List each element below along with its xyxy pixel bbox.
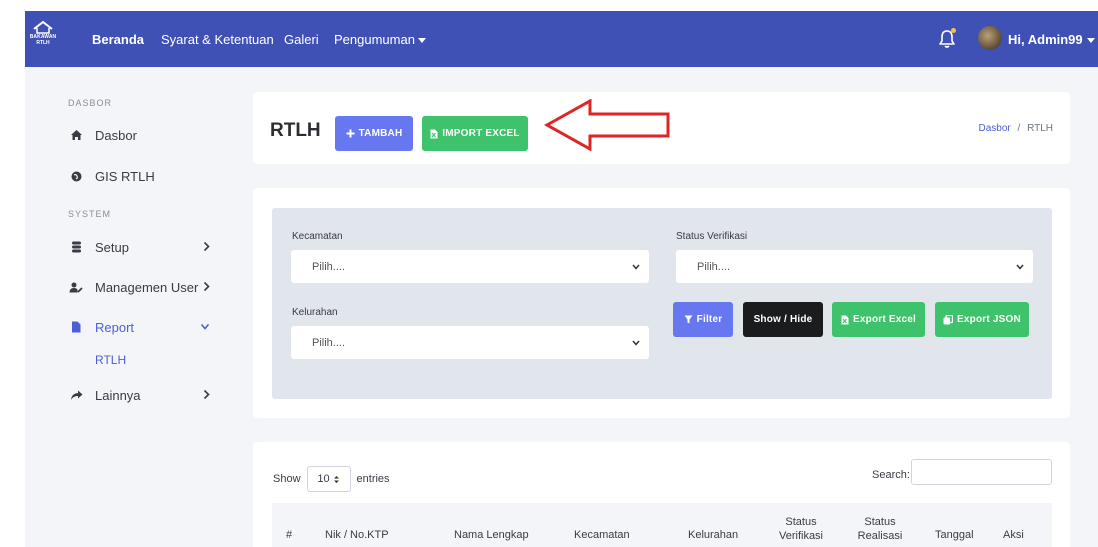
import-excel-label: IMPORT EXCEL [442, 128, 520, 139]
pengumuman-label: Pengumuman [334, 32, 415, 47]
sidebar-item-label: Setup [95, 239, 129, 255]
sidebar-item-gis-rtlh[interactable]: GIS RTLH [68, 166, 218, 186]
export-excel-label: Export Excel [853, 314, 916, 325]
sidebar-item-lainnya[interactable]: Lainnya [68, 385, 218, 405]
sidebar-item-dasbor[interactable]: Dasbor [68, 125, 218, 145]
nav-link-beranda[interactable]: Beranda [92, 32, 144, 47]
kelurahan-value: Pilih.... [312, 336, 346, 349]
column-header-nik[interactable]: Nik / No.KTP [325, 528, 389, 542]
nav-link-syarat-ketentuan[interactable]: Syarat & Ketentuan [161, 32, 274, 47]
nav-link-galeri[interactable]: Galeri [284, 32, 319, 47]
user-edit-icon [68, 282, 84, 293]
plus-icon [346, 129, 355, 138]
chevron-right-icon [203, 241, 210, 252]
filter-button[interactable]: Filter [673, 302, 733, 337]
app-logo[interactable]: BAKAWAN RTLH [27, 20, 59, 58]
entries-value: 10 [317, 473, 330, 485]
sidebar-item-setup[interactable]: Setup [68, 237, 218, 257]
search-input[interactable] [911, 459, 1052, 485]
status-verifikasi-value: Pilih.... [697, 260, 731, 273]
user-menu[interactable]: Hi, Admin99 [1008, 32, 1095, 47]
add-button-label: TAMBAH [358, 128, 403, 139]
sidebar-section-dasbor: DASBOR [68, 98, 113, 108]
chevron-down-icon [632, 264, 640, 270]
chevron-down-icon [1016, 264, 1024, 270]
file-excel-icon [430, 129, 438, 139]
kelurahan-label: Kelurahan [292, 307, 338, 318]
export-json-label: Export JSON [957, 314, 1021, 325]
column-header-kecamatan[interactable]: Kecamatan [574, 528, 630, 542]
filter-button-label: Filter [696, 314, 723, 325]
import-excel-button[interactable]: IMPORT EXCEL [422, 116, 528, 151]
home-icon [68, 129, 84, 141]
chevron-down-icon [200, 323, 210, 330]
filter-icon [684, 315, 693, 324]
column-header-nama[interactable]: Nama Lengkap [454, 528, 529, 542]
app-window: BAKAWAN RTLH Beranda Syarat & Ketentuan … [25, 11, 1098, 547]
kecamatan-select[interactable]: Pilih.... [291, 250, 649, 283]
entries-label: entries [356, 473, 390, 485]
breadcrumb-separator: / [1017, 123, 1021, 134]
share-icon [68, 390, 84, 401]
sort-icon [333, 475, 339, 483]
export-json-button[interactable]: Export JSON [935, 302, 1029, 337]
screen: BAKAWAN RTLH Beranda Syarat & Ketentuan … [0, 0, 1098, 547]
breadcrumb-dasbor[interactable]: Dasbor [978, 123, 1010, 134]
show-hide-label: Show / Hide [753, 314, 813, 325]
table-header: # Nik / No.KTP Nama Lengkap Kecamatan Ke… [272, 503, 1052, 547]
show-label: Show [273, 473, 301, 485]
chevron-down-icon [632, 340, 640, 346]
annotation-arrow-icon [544, 99, 670, 151]
sidebar-item-label: Dasbor [95, 127, 137, 143]
sidebar-item-report[interactable]: Report [68, 317, 218, 337]
show-hide-button[interactable]: Show / Hide [743, 302, 823, 337]
caret-down-icon [1086, 38, 1095, 44]
export-excel-button[interactable]: Export Excel [832, 302, 925, 337]
sidebar: DASBOR Dasbor GIS RTLH SYSTEM Setup Mana… [25, 67, 232, 547]
add-button[interactable]: TAMBAH [335, 116, 413, 151]
notification-dot [951, 28, 956, 33]
sidebar-section-system: SYSTEM [68, 209, 112, 219]
logo-text-bottom: RTLH [36, 40, 50, 46]
sidebar-item-label: Lainnya [95, 387, 141, 403]
show-entries: Show 10 entries [273, 466, 390, 492]
column-header-status-verifikasi[interactable]: Status Verifikasi [777, 515, 825, 543]
nav-link-pengumuman[interactable]: Pengumuman [334, 32, 426, 47]
column-header-tanggal[interactable]: Tanggal [935, 528, 974, 542]
column-header-kelurahan[interactable]: Kelurahan [688, 528, 738, 542]
page-title: RTLH [270, 120, 321, 141]
kelurahan-select[interactable]: Pilih.... [291, 326, 649, 359]
filter-panel: Kecamatan Pilih.... Status Verifikasi Pi… [272, 208, 1052, 399]
filter-card: Kecamatan Pilih.... Status Verifikasi Pi… [253, 188, 1070, 418]
column-header-number[interactable]: # [286, 528, 292, 542]
entries-select[interactable]: 10 [306, 466, 351, 492]
breadcrumb: Dasbor / RTLH [978, 123, 1053, 134]
column-header-aksi[interactable]: Aksi [1003, 528, 1024, 542]
status-verifikasi-select[interactable]: Pilih.... [676, 250, 1033, 283]
kecamatan-value: Pilih.... [312, 260, 346, 273]
globe-icon [68, 171, 84, 182]
house-logo-icon [33, 20, 53, 34]
breadcrumb-current: RTLH [1027, 123, 1053, 134]
sidebar-item-label: Managemen User [95, 279, 199, 295]
sidebar-item-managemen-user[interactable]: Managemen User [68, 277, 218, 297]
file-icon [68, 321, 84, 333]
chevron-right-icon [203, 281, 210, 292]
top-navbar: BAKAWAN RTLH Beranda Syarat & Ketentuan … [25, 11, 1098, 67]
caret-down-icon [417, 38, 426, 44]
kecamatan-label: Kecamatan [292, 231, 343, 242]
chevron-right-icon [203, 389, 210, 400]
user-greeting: Hi, Admin99 [1008, 32, 1083, 47]
search-label: Search: [872, 469, 910, 481]
database-icon [68, 241, 84, 253]
column-header-status-realisasi[interactable]: Status Realisasi [856, 515, 904, 543]
table-card: Show 10 entries Search: # Nik / No.KTP N… [253, 442, 1070, 547]
sidebar-subitem-rtlh[interactable]: RTLH [95, 353, 126, 367]
sidebar-item-label: GIS RTLH [95, 168, 155, 184]
copy-icon [943, 314, 954, 325]
avatar[interactable] [978, 26, 1002, 50]
file-excel-icon [841, 315, 849, 325]
status-verifikasi-label: Status Verifikasi [676, 231, 748, 242]
sidebar-item-label: Report [95, 319, 135, 335]
